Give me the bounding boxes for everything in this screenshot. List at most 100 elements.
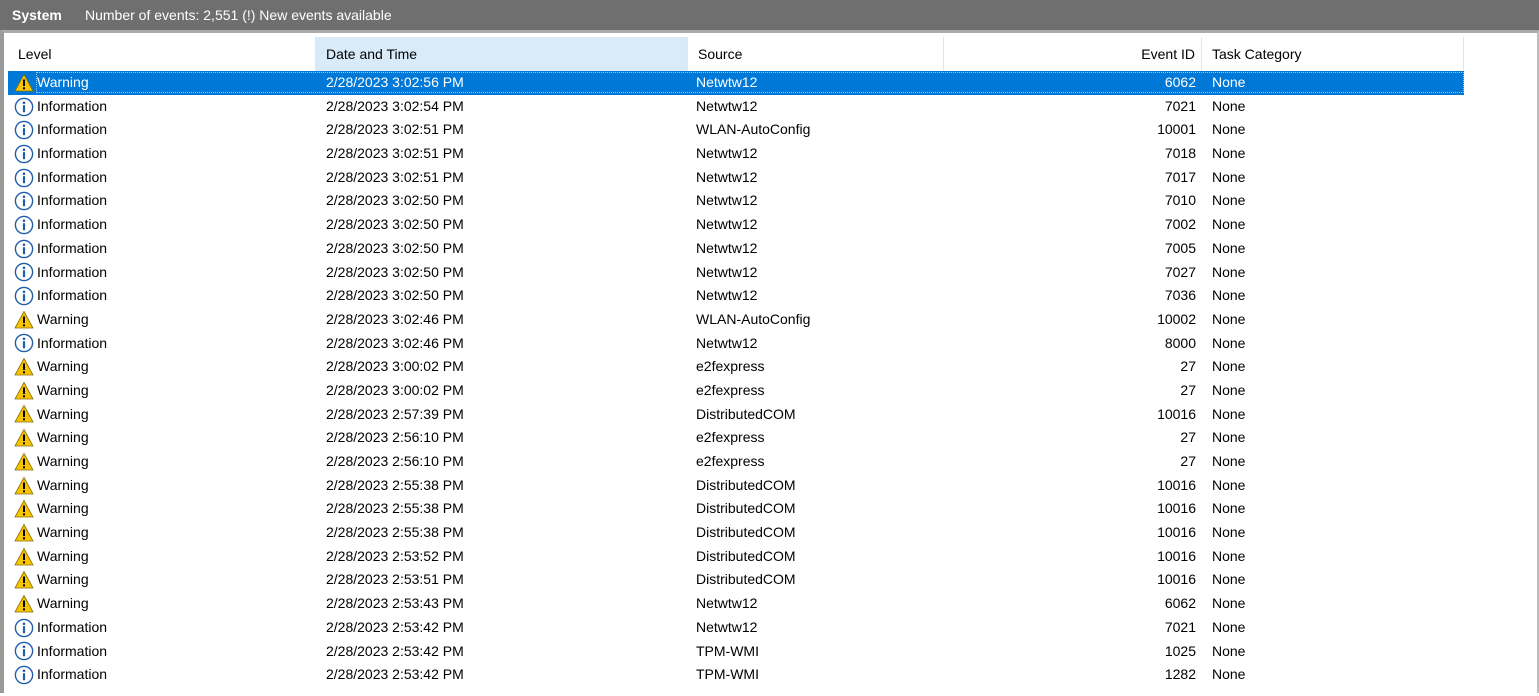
warning-icon	[14, 310, 34, 330]
column-header-row: Level Date and Time Source Event ID Task…	[8, 37, 1468, 71]
event-level-cell: Warning	[14, 403, 314, 427]
column-header-task-category[interactable]: Task Category	[1202, 37, 1464, 71]
event-row[interactable]: Information 2/28/2023 3:02:50 PM Netwtw12 7…	[8, 213, 1464, 237]
event-source: DistributedCOM	[696, 571, 796, 588]
warning-icon	[14, 547, 34, 567]
information-icon	[14, 333, 34, 353]
event-task-category: None	[1212, 192, 1246, 209]
information-icon	[14, 239, 34, 259]
event-level: Warning	[37, 74, 89, 90]
event-id: 10016	[1157, 500, 1196, 517]
event-row[interactable]: Information 2/28/2023 2:53:42 PM TPM-WMI 10…	[8, 640, 1464, 664]
event-row[interactable]: Warning 2/28/2023 3:02:56 PM Netwtw12 6062 N…	[8, 71, 1464, 95]
event-table: Level Date and Time Source Event ID Task…	[8, 37, 1539, 696]
event-level: Warning	[37, 476, 89, 493]
event-level-cell: Information	[14, 261, 314, 285]
event-row[interactable]: Warning 2/28/2023 3:00:02 PM e2fexpress 27 N…	[8, 379, 1464, 403]
warning-icon	[14, 428, 34, 448]
warning-icon	[14, 404, 34, 424]
event-row[interactable]: Information 2/28/2023 3:02:46 PM Netwtw12 8…	[8, 332, 1464, 356]
event-row[interactable]: Information 2/28/2023 3:02:50 PM Netwtw12 7…	[8, 189, 1464, 213]
event-row[interactable]: Warning 2/28/2023 2:56:10 PM e2fexpress 27 N…	[8, 450, 1464, 474]
event-date-time: 2/28/2023 3:02:51 PM	[326, 145, 464, 162]
event-id: 27	[1180, 453, 1196, 469]
event-level: Information	[37, 642, 108, 659]
event-row[interactable]: Warning 2/28/2023 3:02:46 PM WLAN-AutoConf…	[8, 308, 1464, 332]
event-row[interactable]: Warning 2/28/2023 2:55:38 PM DistributedCO…	[8, 521, 1464, 545]
event-row[interactable]: Warning 2/28/2023 2:57:39 PM DistributedCO…	[8, 403, 1464, 427]
event-row[interactable]: Information 2/28/2023 3:02:51 PM Netwtw12 7…	[8, 142, 1464, 166]
event-date-time: 2/28/2023 2:57:39 PM	[326, 405, 464, 422]
event-task-category: None	[1212, 287, 1246, 304]
event-row[interactable]: Warning 2/28/2023 2:53:43 PM Netwtw12 6062 N…	[8, 592, 1464, 616]
event-id: 7036	[1164, 287, 1196, 304]
warning-icon	[14, 594, 34, 614]
event-rows: Warning 2/28/2023 3:02:56 PM Netwtw12 6062 N…	[8, 71, 1468, 687]
event-source: e2fexpress	[696, 381, 765, 398]
event-id: 7017	[1164, 168, 1196, 185]
event-row[interactable]: Information 2/28/2023 3:02:54 PM Netwtw12 7…	[8, 95, 1464, 119]
event-row[interactable]: Information 2/28/2023 3:02:50 PM Netwtw12 7…	[8, 237, 1464, 261]
event-row[interactable]: Information 2/28/2023 3:02:51 PM WLAN-Auto…	[8, 118, 1464, 142]
event-date-time: 2/28/2023 3:00:02 PM	[326, 358, 464, 375]
column-header-event-id[interactable]: Event ID	[944, 37, 1202, 71]
event-level-cell: Warning	[14, 450, 314, 474]
event-level: Warning	[37, 571, 89, 588]
event-level: Warning	[37, 405, 89, 422]
event-id: 7010	[1164, 192, 1196, 209]
event-date-time: 2/28/2023 3:02:56 PM	[326, 74, 464, 90]
log-name: System	[12, 7, 62, 23]
event-level: Warning	[37, 429, 89, 446]
event-level-cell: Information	[14, 332, 314, 356]
event-date-time: 2/28/2023 3:02:46 PM	[326, 310, 464, 327]
event-level: Warning	[37, 595, 89, 612]
event-row[interactable]: Warning 2/28/2023 2:55:38 PM DistributedCO…	[8, 474, 1464, 498]
event-date-time: 2/28/2023 2:53:42 PM	[326, 618, 464, 635]
event-level: Information	[37, 263, 108, 280]
warning-icon	[14, 523, 34, 543]
information-icon	[14, 618, 34, 638]
event-source: Netwtw12	[696, 216, 758, 233]
event-task-category: None	[1212, 642, 1246, 659]
event-row[interactable]: Warning 2/28/2023 2:55:38 PM DistributedCO…	[8, 497, 1464, 521]
event-row[interactable]: Information 2/28/2023 3:02:50 PM Netwtw12 7…	[8, 284, 1464, 308]
event-id: 10016	[1157, 476, 1196, 493]
event-date-time: 2/28/2023 2:53:51 PM	[326, 571, 464, 588]
event-level-cell: Information	[14, 142, 314, 166]
column-header-level[interactable]: Level	[8, 37, 316, 71]
event-id: 8000	[1164, 334, 1196, 351]
event-task-category: None	[1212, 358, 1246, 375]
event-row[interactable]: Information 2/28/2023 2:53:42 PM Netwtw12 7…	[8, 616, 1464, 640]
event-date-time: 2/28/2023 2:55:38 PM	[326, 476, 464, 493]
event-source: Netwtw12	[696, 192, 758, 209]
event-task-category: None	[1212, 618, 1246, 635]
event-date-time: 2/28/2023 2:55:38 PM	[326, 524, 464, 541]
event-level: Warning	[37, 381, 89, 398]
event-id: 27	[1180, 358, 1196, 375]
warning-icon	[14, 499, 34, 519]
event-level-cell: Information	[14, 284, 314, 308]
event-level: Information	[37, 239, 108, 256]
event-row[interactable]: Warning 2/28/2023 2:53:52 PM DistributedCO…	[8, 545, 1464, 569]
event-row[interactable]: Warning 2/28/2023 2:56:10 PM e2fexpress 27 N…	[8, 426, 1464, 450]
event-level: Information	[37, 216, 108, 233]
event-id: 10001	[1157, 121, 1196, 138]
column-header-source[interactable]: Source	[688, 37, 944, 71]
event-row[interactable]: Warning 2/28/2023 3:00:02 PM e2fexpress 27 N…	[8, 355, 1464, 379]
event-source: TPM-WMI	[696, 642, 759, 659]
event-level-cell: Warning	[14, 474, 314, 498]
event-date-time: 2/28/2023 2:56:10 PM	[326, 429, 464, 446]
column-header-date-time[interactable]: Date and Time	[316, 37, 688, 71]
event-row[interactable]: Information 2/28/2023 3:02:50 PM Netwtw12 7…	[8, 261, 1464, 285]
event-count-status[interactable]: Number of events: 2,551 (!) New events a…	[73, 7, 392, 23]
information-icon	[14, 215, 34, 235]
event-source: e2fexpress	[696, 453, 765, 469]
event-id: 7021	[1164, 97, 1196, 114]
event-task-category: None	[1212, 97, 1246, 114]
event-row[interactable]: Warning 2/28/2023 2:53:51 PM DistributedCO…	[8, 568, 1464, 592]
event-task-category: None	[1212, 145, 1246, 162]
event-row[interactable]: Information 2/28/2023 3:02:51 PM Netwtw12 7…	[8, 166, 1464, 190]
event-date-time: 2/28/2023 3:02:50 PM	[326, 287, 464, 304]
event-source: DistributedCOM	[696, 547, 796, 564]
event-row[interactable]: Information 2/28/2023 2:53:42 PM TPM-WMI 12…	[8, 663, 1464, 687]
